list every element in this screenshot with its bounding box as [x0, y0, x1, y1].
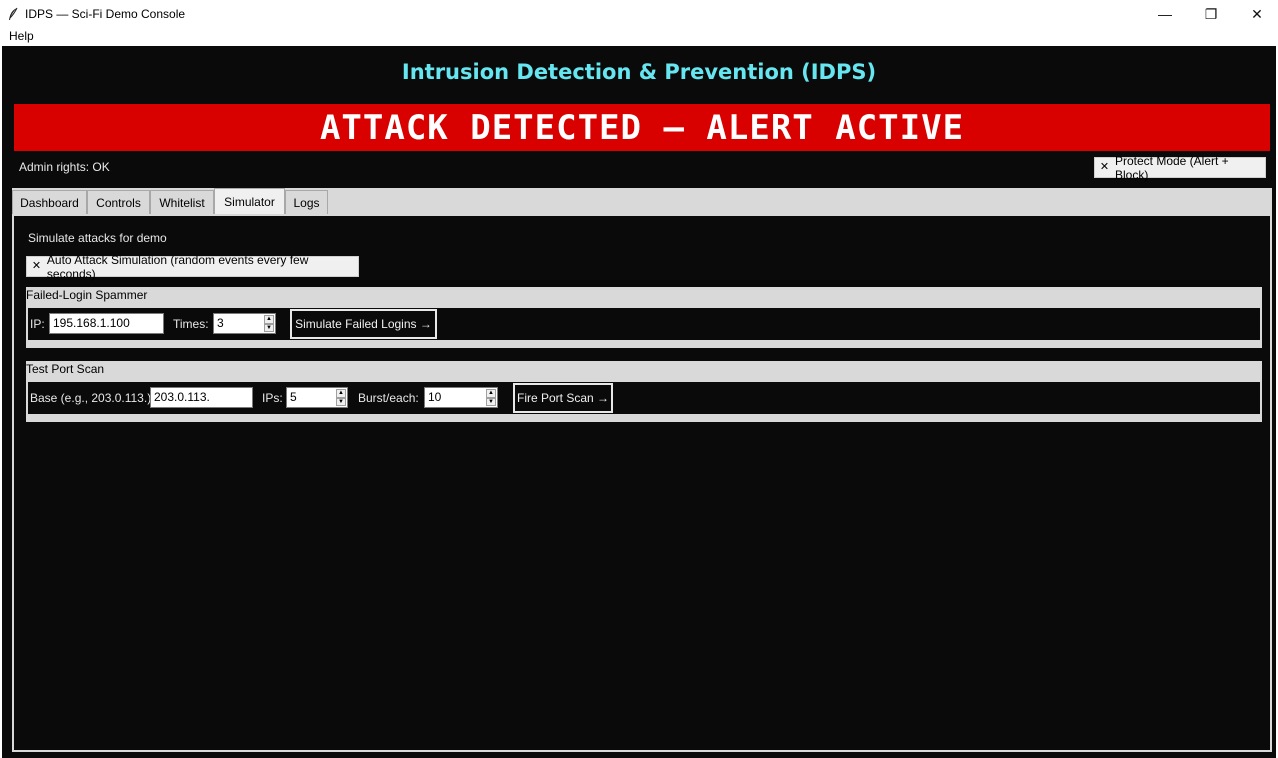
protect-mode-checkbox[interactable]: ✕ Protect Mode (Alert + Block)	[1094, 154, 1266, 182]
tab-simulator[interactable]: Simulator	[214, 188, 285, 214]
checkbox-check-icon: ✕	[1099, 161, 1110, 173]
simulator-intro: Simulate attacks for demo	[28, 231, 167, 245]
protect-mode-label: Protect Mode (Alert + Block)	[1114, 153, 1229, 182]
ips-spinbox[interactable]: 5 ▲ ▼	[286, 387, 348, 408]
simulate-failed-logins-button[interactable]: Simulate Failed Logins →	[290, 309, 437, 339]
tab-whitelist[interactable]: Whitelist	[150, 190, 214, 214]
ips-value: 5	[290, 390, 297, 404]
base-label: Base (e.g., 203.0.113.):	[30, 391, 155, 405]
failed-login-row: IP: 195.168.1.100 Times: 3 ▲ ▼ Simulate …	[28, 308, 1260, 340]
spin-up-icon[interactable]: ▲	[264, 315, 274, 324]
checkbox-check-icon: ✕	[31, 260, 42, 272]
window-title: IDPS — Sci-Fi Demo Console	[25, 7, 186, 21]
tab-dashboard[interactable]: Dashboard	[12, 190, 87, 214]
admin-status: Admin rights: OK	[19, 160, 110, 174]
port-scan-group: Test Port Scan Base (e.g., 203.0.113.): …	[26, 361, 1262, 422]
spin-up-icon[interactable]: ▲	[486, 389, 496, 398]
minimize-button[interactable]: —	[1142, 0, 1188, 28]
alert-text: ATTACK DETECTED — ALERT ACTIVE	[319, 107, 965, 148]
ip-label: IP:	[30, 317, 45, 331]
burst-label: Burst/each:	[358, 391, 419, 405]
times-value: 3	[217, 316, 224, 330]
auto-attack-checkbox[interactable]: ✕ Auto Attack Simulation (random events …	[26, 253, 359, 281]
port-scan-row: Base (e.g., 203.0.113.): 203.0.113. IPs:…	[28, 382, 1260, 414]
auto-attack-label: Auto Attack Simulation (random events ev…	[46, 252, 309, 281]
menu-help[interactable]: Help	[9, 28, 34, 44]
tab-logs[interactable]: Logs	[285, 190, 328, 214]
ips-label: IPs:	[262, 391, 283, 405]
simulator-panel: Simulate attacks for demo ✕ Auto Attack …	[12, 214, 1272, 752]
spin-down-icon[interactable]: ▼	[336, 397, 346, 406]
spin-down-icon[interactable]: ▼	[486, 397, 496, 406]
tab-strip: Dashboard Controls Whitelist Simulator L…	[12, 188, 1272, 214]
title-bar: IDPS — Sci-Fi Demo Console — ❐ ✕	[0, 0, 1278, 28]
app-title: Intrusion Detection & Prevention (IDPS)	[401, 60, 877, 84]
spin-up-icon[interactable]: ▲	[336, 389, 346, 398]
burst-value: 10	[428, 390, 442, 404]
base-input[interactable]: 203.0.113.	[150, 387, 253, 408]
tab-controls[interactable]: Controls	[87, 190, 150, 214]
port-scan-title: Test Port Scan	[26, 362, 105, 376]
alert-banner: ATTACK DETECTED — ALERT ACTIVE	[14, 104, 1270, 151]
failed-login-title: Failed-Login Spammer	[26, 288, 148, 302]
burst-spinbox[interactable]: 10 ▲ ▼	[424, 387, 498, 408]
app-body: Intrusion Detection & Prevention (IDPS) …	[2, 46, 1276, 758]
fire-port-scan-button[interactable]: Fire Port Scan →	[513, 383, 613, 413]
failed-login-group: Failed-Login Spammer IP: 195.168.1.100 T…	[26, 287, 1262, 348]
feather-icon	[6, 7, 20, 21]
times-label: Times:	[173, 317, 209, 331]
times-spinbox[interactable]: 3 ▲ ▼	[213, 313, 276, 334]
menu-bar: Help	[0, 28, 1278, 46]
maximize-button[interactable]: ❐	[1188, 0, 1234, 28]
close-button[interactable]: ✕	[1234, 0, 1278, 28]
ip-input[interactable]: 195.168.1.100	[49, 313, 164, 334]
spin-down-icon[interactable]: ▼	[264, 323, 274, 332]
